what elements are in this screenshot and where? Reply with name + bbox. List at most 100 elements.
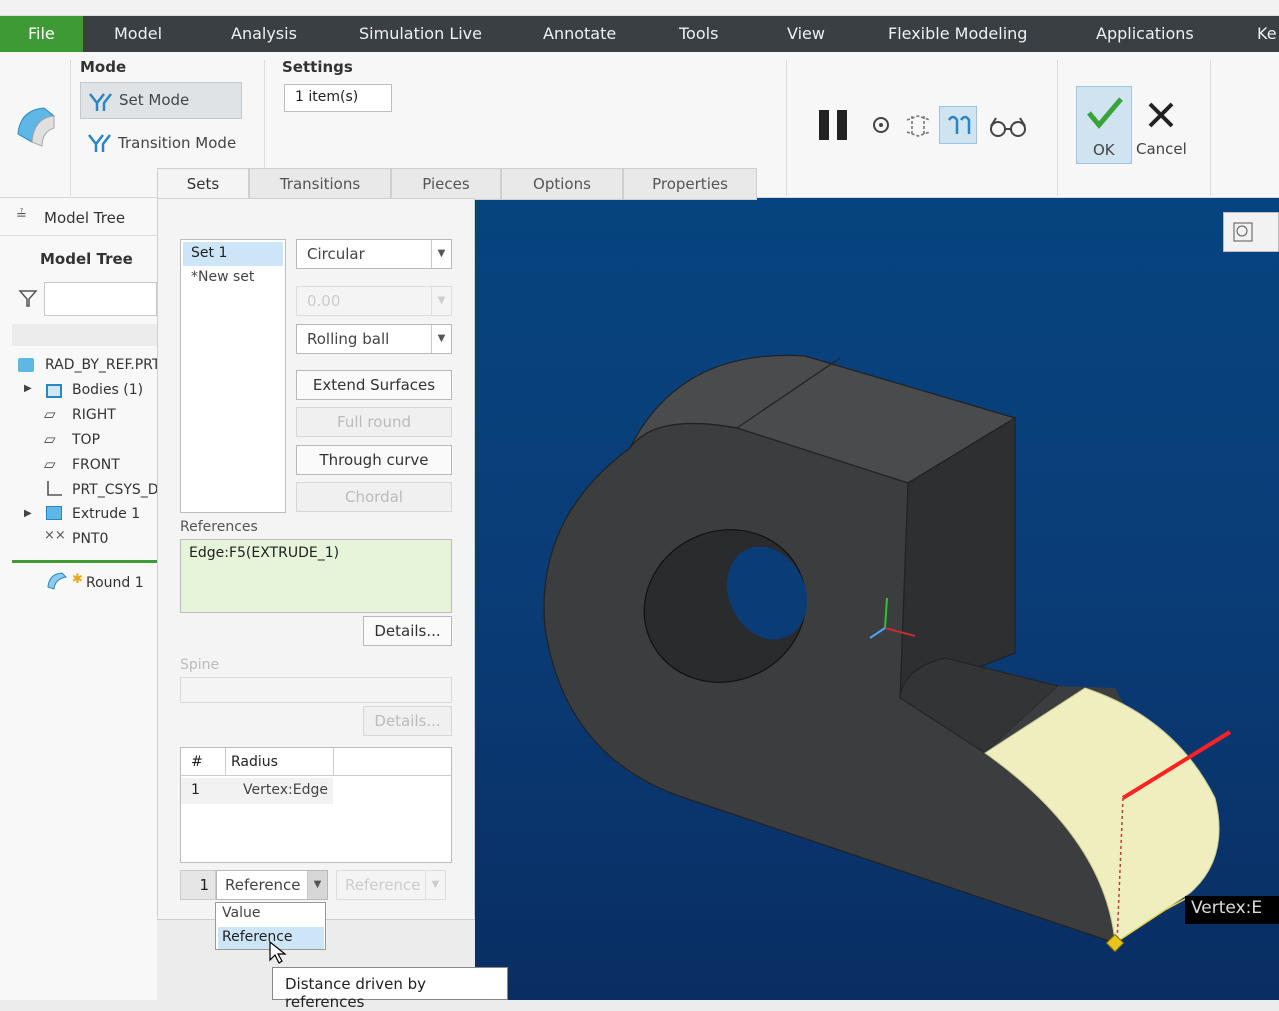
settings-collector[interactable]: 1 item(s) <box>284 84 392 112</box>
tree-item-round[interactable]: Round 1 <box>86 575 144 591</box>
glasses-icon[interactable] <box>988 114 1028 140</box>
round-feature-icon <box>17 107 56 147</box>
chordal-button[interactable]: Chordal <box>296 482 452 512</box>
tab-options[interactable]: Options <box>501 168 623 200</box>
cancel-label: Cancel <box>1136 140 1187 158</box>
ok-button[interactable]: OK <box>1076 86 1132 164</box>
pause-icon <box>819 110 829 140</box>
bottom-number: 1 <box>180 870 216 900</box>
sets-list[interactable]: Set 1 *New set <box>180 239 286 513</box>
chevron-down-icon: ▼ <box>425 871 445 899</box>
col-radius: Radius <box>231 754 278 770</box>
expand-extrude-icon[interactable]: ▶ <box>24 508 32 519</box>
menu-view[interactable]: View <box>787 24 825 43</box>
vertex-label: Vertex:E <box>1185 896 1279 924</box>
menu-more[interactable]: Ke <box>1257 24 1277 43</box>
chevron-down-icon: ▼ <box>431 287 451 315</box>
preview-icon[interactable] <box>870 114 892 136</box>
set-mode-label: Set Mode <box>119 91 190 109</box>
menu-simulation-live[interactable]: Simulation Live <box>359 24 482 43</box>
quick-access-toolbar <box>0 0 1279 16</box>
expand-bodies-icon[interactable]: ▶ <box>24 383 32 394</box>
tree-search-input[interactable] <box>44 282 157 316</box>
view-toolbar <box>1223 212 1279 252</box>
tree-item-right[interactable]: RIGHT <box>72 407 116 423</box>
menu-analysis[interactable]: Analysis <box>231 24 297 43</box>
menu-tools[interactable]: Tools <box>679 24 718 43</box>
model-tree-tab[interactable]: ≟ Model Tree <box>0 198 157 236</box>
distance-type-dropdown[interactable]: Reference ▼ <box>216 870 328 900</box>
radius-table: # Radius 1 Vertex:Edge <box>180 747 452 863</box>
checkmark-icon <box>1087 97 1123 129</box>
chevron-down-icon: ▼ <box>307 871 327 899</box>
filter-icon[interactable] <box>18 288 38 308</box>
pause-button[interactable] <box>817 110 849 140</box>
extrude-icon <box>46 506 62 520</box>
through-curve-button[interactable]: Through curve <box>296 445 452 475</box>
tree-item-bodies[interactable]: Bodies (1) <box>72 382 143 398</box>
tree-tab-label: Model Tree <box>44 209 126 227</box>
chevron-down-icon: ▼ <box>431 325 451 353</box>
tab-sets[interactable]: Sets <box>157 168 249 200</box>
value-field: 0.00 ▼ <box>296 286 452 316</box>
close-icon <box>1148 102 1174 128</box>
method-dropdown[interactable]: Rolling ball ▼ <box>296 324 452 354</box>
datum-plane-icon: ▱ <box>44 405 56 423</box>
shape-dropdown[interactable]: Circular ▼ <box>296 239 452 269</box>
spine-label: Spine <box>180 657 220 673</box>
set-mode-button[interactable]: Set Mode <box>80 82 242 119</box>
transition-mode-icon <box>88 134 111 152</box>
file-label: File <box>28 24 55 43</box>
set-item[interactable]: Set 1 <box>191 245 227 261</box>
references-collector[interactable]: Edge:F5(EXTRUDE_1) <box>180 539 452 613</box>
set-mode-icon <box>89 93 112 111</box>
tab-transitions[interactable]: Transitions <box>249 168 391 200</box>
verify-mode-icon <box>947 115 971 134</box>
menu-annotate[interactable]: Annotate <box>543 24 616 43</box>
full-round-button[interactable]: Full round <box>296 407 452 437</box>
tree-tab-icon: ≟ <box>16 208 27 223</box>
regenerate-star-icon: ✱ <box>72 572 83 587</box>
file-menu-button[interactable]: File <box>0 16 83 52</box>
ok-label: OK <box>1093 141 1115 159</box>
menu-option-value[interactable]: Value <box>222 905 260 921</box>
tree-item-extrude[interactable]: Extrude 1 <box>72 506 140 522</box>
graphics-window[interactable]: Vertex:E <box>475 198 1279 1000</box>
tree-item-front[interactable]: FRONT <box>72 457 120 473</box>
reference-item[interactable]: Edge:F5(EXTRUDE_1) <box>189 545 339 561</box>
cancel-button[interactable]: Cancel <box>1134 86 1190 164</box>
menu-model[interactable]: Model <box>114 24 162 43</box>
menu-applications[interactable]: Applications <box>1096 24 1194 43</box>
verify-mode-button[interactable] <box>939 106 977 144</box>
references-details-button[interactable]: Details... <box>363 616 452 646</box>
datum-plane-icon: ▱ <box>44 430 56 448</box>
insert-indicator <box>12 560 157 563</box>
mouse-cursor-icon <box>269 940 287 964</box>
round-icon <box>47 572 68 590</box>
menu-flexible-modeling[interactable]: Flexible Modeling <box>888 24 1027 43</box>
datum-plane-icon: ▱ <box>44 455 56 473</box>
sets-panel: Set 1 *New set Circular ▼ 0.00 ▼ Rolling… <box>157 198 475 920</box>
mode-label: Mode <box>80 58 127 76</box>
tree-item-pnt0[interactable]: PNT0 <box>72 531 108 547</box>
model-3d-view[interactable] <box>475 198 1279 1000</box>
tree-item-top[interactable]: TOP <box>72 432 100 448</box>
method-value: Rolling ball <box>307 330 390 348</box>
zoom-icon[interactable] <box>1232 221 1256 245</box>
menu-bar: Model Analysis Simulation Live Annotate … <box>0 16 1279 52</box>
new-set-item[interactable]: *New set <box>191 269 254 285</box>
references-label: References <box>180 519 258 535</box>
transition-mode-button[interactable]: Transition Mode <box>84 130 244 158</box>
spine-details-button[interactable]: Details... <box>363 706 452 736</box>
tree-item-part[interactable]: RAD_BY_REF.PRT <box>45 357 160 373</box>
row-number: 1 <box>191 782 200 798</box>
tab-properties[interactable]: Properties <box>623 168 757 200</box>
extend-surfaces-button[interactable]: Extend Surfaces <box>296 370 452 400</box>
reference-dropdown: Reference ▼ <box>336 870 446 900</box>
tab-pieces[interactable]: Pieces <box>391 168 501 200</box>
tooltip: Distance driven by references <box>272 967 508 1011</box>
model-tree-panel: ≟ Model Tree Model Tree RAD_BY_REF.PRT ▶… <box>0 198 175 1000</box>
row-radius-value[interactable]: Vertex:Edge <box>243 782 331 798</box>
geometry-check-icon[interactable] <box>904 112 934 140</box>
part-icon <box>18 358 34 372</box>
